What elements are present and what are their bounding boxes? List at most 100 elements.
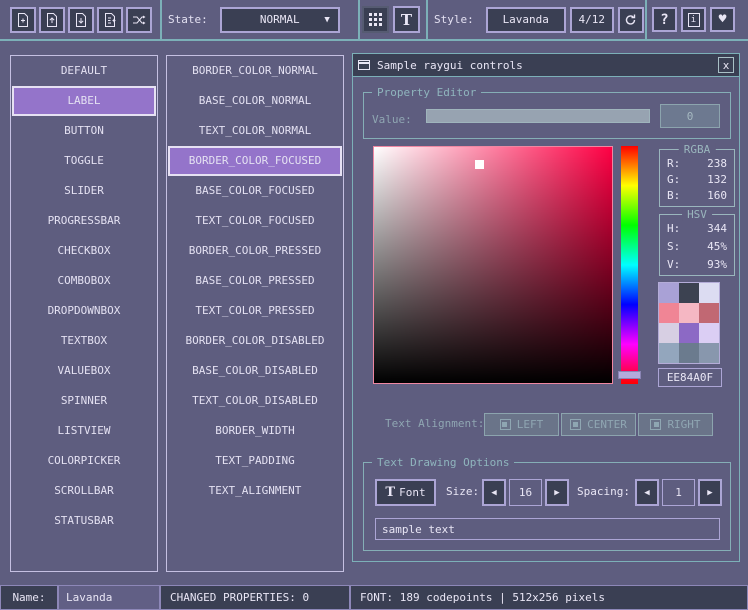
size-value-box[interactable]: 16: [509, 479, 542, 506]
color-picker-cursor[interactable]: [475, 160, 484, 169]
property-item[interactable]: BORDER_WIDTH: [167, 416, 343, 446]
control-item-progressbar[interactable]: PROGRESSBAR: [11, 206, 157, 236]
value-box[interactable]: 0: [660, 104, 720, 128]
control-item-default[interactable]: DEFAULT: [11, 56, 157, 86]
control-item-spinner[interactable]: SPINNER: [11, 386, 157, 416]
property-item[interactable]: BORDER_COLOR_PRESSED: [167, 236, 343, 266]
control-item-toggle[interactable]: TOGGLE: [11, 146, 157, 176]
palette-swatch[interactable]: [699, 303, 719, 323]
state-dropdown[interactable]: NORMAL ▼: [220, 7, 340, 33]
property-item[interactable]: TEXT_PADDING: [167, 446, 343, 476]
about-button[interactable]: i: [681, 7, 706, 32]
save-file-button[interactable]: [68, 7, 94, 33]
arrow-right-icon: ▶: [707, 488, 712, 498]
style-section: Style: Lavanda 4/12: [434, 0, 644, 39]
style-dropdown[interactable]: Lavanda: [486, 7, 566, 33]
property-item[interactable]: TEXT_COLOR_PRESSED: [167, 296, 343, 326]
property-item[interactable]: BASE_COLOR_NORMAL: [167, 86, 343, 116]
state-dropdown-value: NORMAL: [260, 13, 300, 26]
property-editor-group: Property Editor Value: 0: [363, 92, 731, 139]
hex-color-input[interactable]: EE84A0F: [658, 368, 722, 387]
rguistyler-app: { "toolbar": { "state": { "label": "Stat…: [0, 0, 748, 610]
info-icon: i: [688, 13, 700, 27]
property-item[interactable]: TEXT_COLOR_FOCUSED: [167, 206, 343, 236]
export-file-button[interactable]: [97, 7, 123, 33]
text-preview-button[interactable]: T: [393, 6, 420, 33]
toolbar-divider: [358, 0, 360, 39]
property-item[interactable]: BASE_COLOR_PRESSED: [167, 266, 343, 296]
close-button[interactable]: x: [718, 57, 734, 73]
property-item[interactable]: TEXT_ALIGNMENT: [167, 476, 343, 506]
align-left-icon: [500, 419, 511, 430]
toolbar-divider: [645, 0, 647, 39]
g-label: G:: [667, 173, 680, 186]
name-label-box: Name:: [0, 585, 58, 610]
size-increase-button[interactable]: ▶: [545, 479, 569, 506]
palette-swatch[interactable]: [659, 283, 679, 303]
property-item[interactable]: BASE_COLOR_FOCUSED: [167, 176, 343, 206]
control-item-checkbox[interactable]: CHECKBOX: [11, 236, 157, 266]
value-label: Value:: [372, 113, 412, 126]
property-item-selected[interactable]: BORDER_COLOR_FOCUSED: [168, 146, 342, 176]
palette-swatch[interactable]: [659, 343, 679, 363]
spacing-decrease-button[interactable]: ◀: [635, 479, 659, 506]
window-titlebar: Sample raygui controls x: [353, 54, 739, 77]
control-item-label[interactable]: LABEL: [12, 86, 156, 116]
palette-swatch[interactable]: [679, 343, 699, 363]
control-item-valuebox[interactable]: VALUEBOX: [11, 356, 157, 386]
style-label: Style:: [434, 13, 474, 26]
align-left-button[interactable]: LEFT: [484, 413, 559, 436]
control-item-colorpicker[interactable]: COLORPICKER: [11, 446, 157, 476]
grid-icon: [368, 12, 383, 27]
toolbar-divider: [160, 0, 162, 39]
control-item-button[interactable]: BUTTON: [11, 116, 157, 146]
value-slider[interactable]: [426, 109, 650, 123]
palette-swatch[interactable]: [659, 323, 679, 343]
property-item[interactable]: BORDER_COLOR_DISABLED: [167, 326, 343, 356]
property-editor-title: Property Editor: [372, 86, 481, 99]
size-decrease-button[interactable]: ◀: [482, 479, 506, 506]
file-button-group: [10, 7, 152, 33]
align-center-icon: [570, 419, 581, 430]
size-label: Size:: [446, 485, 479, 498]
control-item-statusbar[interactable]: STATUSBAR: [11, 506, 157, 536]
sample-text-input[interactable]: sample text: [375, 518, 720, 540]
reload-style-button[interactable]: [618, 7, 644, 33]
property-item[interactable]: TEXT_COLOR_NORMAL: [167, 116, 343, 146]
palette-swatch[interactable]: [699, 283, 719, 303]
property-item[interactable]: BORDER_COLOR_NORMAL: [167, 56, 343, 86]
spacing-increase-button[interactable]: ▶: [698, 479, 722, 506]
hue-slider-handle[interactable]: [618, 371, 641, 379]
control-item-slider[interactable]: SLIDER: [11, 176, 157, 206]
control-item-dropdownbox[interactable]: DROPDOWNBOX: [11, 296, 157, 326]
arrow-left-icon: ◀: [491, 488, 496, 498]
open-file-button[interactable]: [39, 7, 65, 33]
control-item-textbox[interactable]: TEXTBOX: [11, 326, 157, 356]
hue-bar[interactable]: [621, 146, 638, 384]
style-name-input[interactable]: Lavanda: [58, 585, 160, 610]
control-item-combobox[interactable]: COMBOBOX: [11, 266, 157, 296]
sponsor-button[interactable]: ♥: [710, 7, 735, 32]
grid-view-button[interactable]: [362, 6, 389, 33]
align-center-label: CENTER: [587, 418, 627, 431]
palette-swatch[interactable]: [679, 303, 699, 323]
palette-swatch[interactable]: [699, 343, 719, 363]
text-alignment-row: Text Alignment: LEFT CENTER RIGHT: [353, 413, 741, 437]
align-center-button[interactable]: CENTER: [561, 413, 636, 436]
new-file-button[interactable]: [10, 7, 36, 33]
spacing-value-box[interactable]: 1: [662, 479, 695, 506]
align-right-button[interactable]: RIGHT: [638, 413, 713, 436]
close-icon: x: [723, 59, 730, 72]
property-item[interactable]: BASE_COLOR_DISABLED: [167, 356, 343, 386]
property-item[interactable]: TEXT_COLOR_DISABLED: [167, 386, 343, 416]
palette-swatch[interactable]: [679, 283, 699, 303]
color-picker-gradient[interactable]: [373, 146, 613, 384]
palette-swatch[interactable]: [699, 323, 719, 343]
palette-swatch[interactable]: [679, 323, 699, 343]
random-style-button[interactable]: [126, 7, 152, 33]
help-button[interactable]: ?: [652, 7, 677, 32]
font-button[interactable]: T Font: [375, 479, 436, 506]
control-item-scrollbar[interactable]: SCROLLBAR: [11, 476, 157, 506]
palette-swatch[interactable]: [659, 303, 679, 323]
control-item-listview[interactable]: LISTVIEW: [11, 416, 157, 446]
